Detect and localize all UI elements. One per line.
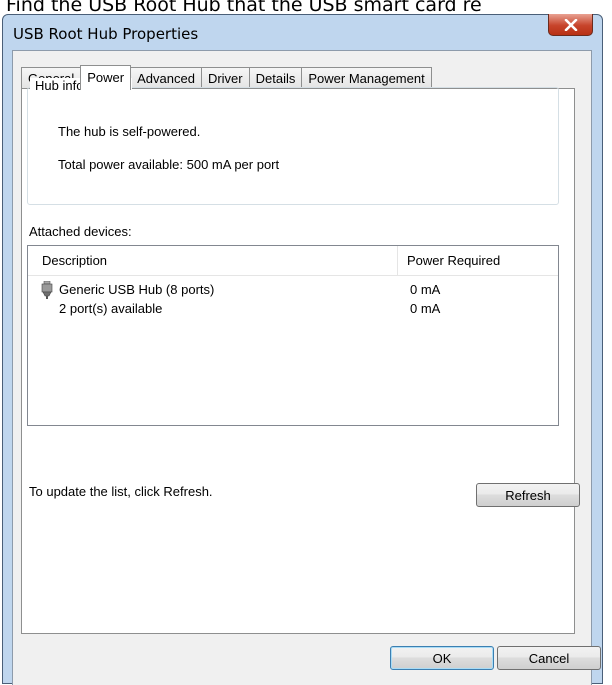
usb-plug-icon [41,281,53,299]
ok-button[interactable]: OK [390,646,494,670]
tab-details[interactable]: Details [248,67,303,89]
device-description: 2 port(s) available [59,301,163,316]
tab-driver[interactable]: Driver [200,67,250,89]
update-hint-text: To update the list, click Refresh. [29,484,213,499]
tab-power-management[interactable]: Power Management [301,67,432,89]
tab-label: Power Management [308,71,425,86]
column-header-power-required[interactable]: Power Required [407,253,500,268]
column-header-description[interactable]: Description [42,253,107,268]
dialog-title: USB Root Hub Properties [13,25,199,43]
tab-advanced[interactable]: Advanced [130,67,202,89]
column-separator[interactable] [397,246,398,275]
attached-devices-label: Attached devices: [29,224,132,239]
tab-label: Advanced [137,71,195,86]
cancel-button[interactable]: Cancel [497,646,601,670]
tab-strip: General Power Advanced Driver Details Po… [21,64,432,90]
refresh-button-label: Refresh [505,487,551,503]
refresh-button[interactable]: Refresh [476,483,580,507]
tab-label: Details [255,71,296,86]
list-header: Description Power Required [28,246,558,276]
device-description: Generic USB Hub (8 ports) [59,282,215,297]
self-powered-text: The hub is self-powered. [58,124,201,139]
total-power-text: Total power available: 500 mA per port [58,157,280,172]
hub-information-group [27,87,559,205]
ok-button-label: OK [432,650,452,666]
close-button[interactable] [548,14,593,36]
tab-label: Power [87,70,125,85]
tab-power[interactable]: Power [80,65,132,90]
device-power: 0 mA [410,282,441,297]
close-icon [564,18,577,31]
list-item[interactable]: Generic USB Hub (8 ports) 0 mA [28,280,558,300]
attached-devices-list[interactable]: Description Power Required Generic USB H… [27,245,559,426]
list-item[interactable]: 2 port(s) available 0 mA [28,299,558,319]
device-power: 0 mA [410,301,441,316]
cancel-button-label: Cancel [528,650,570,666]
tab-label: Driver [207,71,243,86]
